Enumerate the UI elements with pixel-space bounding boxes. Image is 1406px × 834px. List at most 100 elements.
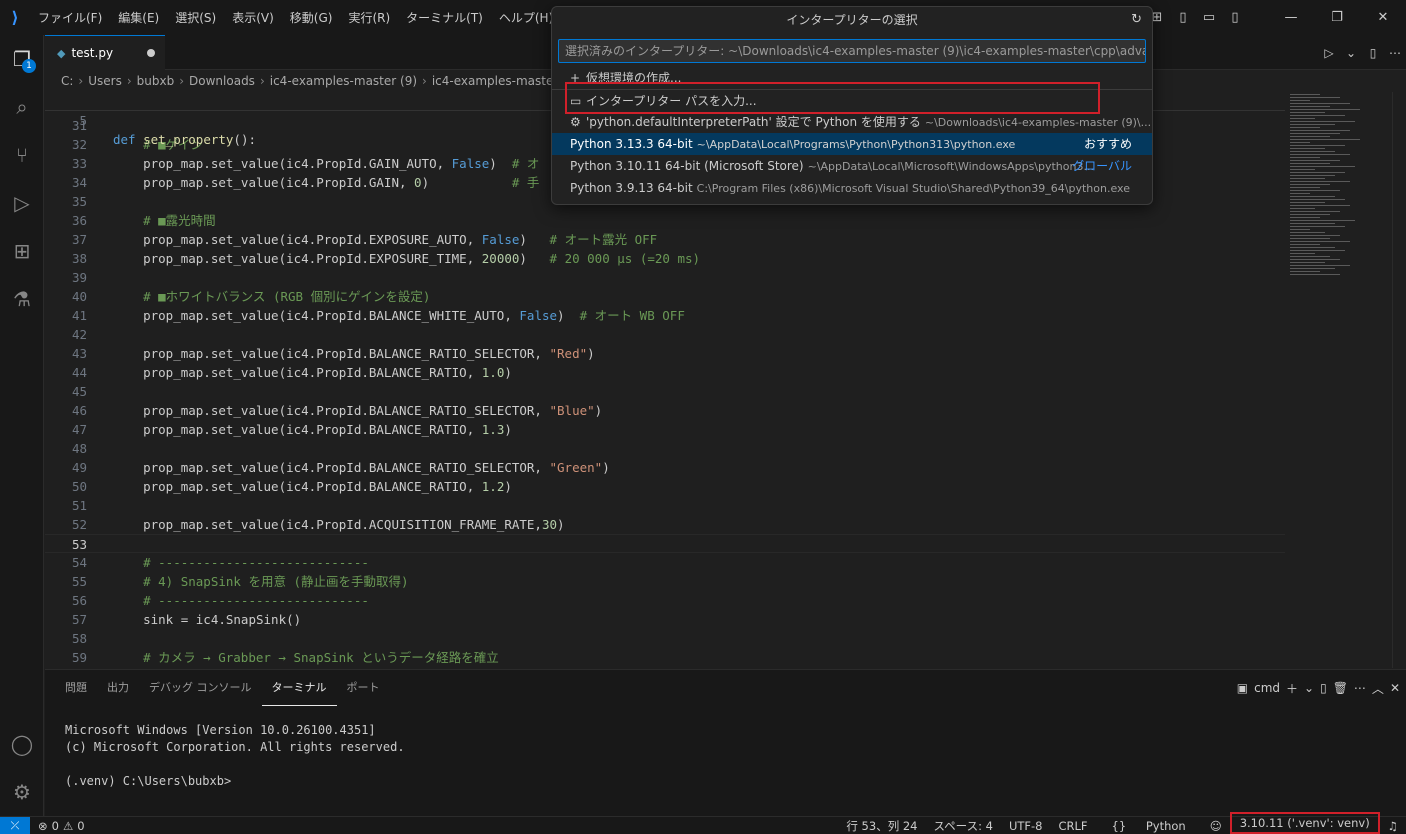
code-line[interactable]: 54 # ---------------------------- [45, 553, 1285, 572]
code-line[interactable]: 57 sink = ic4.SnapSink() [45, 610, 1285, 629]
tab-terminal[interactable]: ターミナル [261, 670, 337, 706]
kill-terminal-icon[interactable]: 🗑 [1333, 681, 1348, 695]
code-line[interactable]: 55 # 4) SnapSink を用意 (静止画を手動取得) [45, 572, 1285, 591]
run-dropdown-chevron-icon[interactable]: ⌄ [1340, 46, 1362, 60]
menu-run[interactable]: 実行(R) [340, 7, 398, 29]
close-icon[interactable]: ✕ [1360, 0, 1406, 35]
refresh-icon[interactable]: ↻ [1131, 7, 1142, 33]
tab-problems[interactable]: 問題 [55, 670, 97, 706]
line-number: 37 [71, 232, 87, 247]
code-line[interactable]: 51 [45, 496, 1285, 515]
code-line[interactable]: 53 [45, 534, 1285, 553]
breadcrumb-item[interactable]: Downloads [189, 74, 255, 88]
toggle-secondary-sidebar-icon[interactable]: ▯ [1222, 0, 1248, 35]
minimize-icon[interactable]: — [1268, 0, 1314, 35]
python-3-13-item[interactable]: Python 3.13.3 64-bit ~\AppData\Local\Prog… [552, 133, 1152, 155]
toggle-sidebar-icon[interactable]: ▯ [1170, 0, 1196, 35]
code-line[interactable]: 43 prop_map.set_value(ic4.PropId.BALANCE… [45, 344, 1285, 363]
menu-go[interactable]: 移動(G) [282, 7, 341, 29]
warning-count[interactable]: 0 [77, 819, 84, 833]
code-line[interactable]: 36 # ■露光時間 [45, 211, 1285, 230]
default-interpreter-path-item[interactable]: ⚙ 'python.defaultInterpreterPath' 設定で Pyt… [552, 111, 1152, 133]
breadcrumb-item[interactable]: Users [88, 74, 122, 88]
code-line[interactable]: 40 # ■ホワイトバランス (RGB 個別にゲインを設定) [45, 287, 1285, 306]
menu-terminal[interactable]: ターミナル(T) [398, 7, 491, 29]
item-description: ~\Downloads\ic4-examples-master (9)\... [924, 116, 1152, 129]
breadcrumb-item[interactable]: C: [61, 74, 73, 88]
code-line[interactable]: 58 [45, 629, 1285, 648]
indentation[interactable]: スペース: 4 [925, 818, 1000, 834]
tab-test-py[interactable]: ◆ test.py [45, 35, 165, 70]
code-line[interactable]: 39 [45, 268, 1285, 287]
interpreter-search-input[interactable]: 選択済みのインタープリター: ~\Downloads\ic4-examples-… [558, 39, 1146, 63]
code-text: # ■ホワイトバランス (RGB 個別にゲインを設定) [113, 289, 431, 304]
code-line[interactable]: 48 [45, 439, 1285, 458]
code-line[interactable]: 41 prop_map.set_value(ic4.PropId.BALANCE… [45, 306, 1285, 325]
encoding[interactable]: UTF-8 [1001, 819, 1051, 833]
minimap[interactable] [1286, 92, 1376, 292]
terminal-output[interactable]: Microsoft Windows [Version 10.0.26100.43… [65, 722, 405, 790]
cursor-position[interactable]: 行 53、列 24 [838, 818, 925, 834]
close-panel-icon[interactable]: ✕ [1390, 681, 1400, 695]
menu-view[interactable]: 表示(V) [224, 7, 282, 29]
editor-scrollbar[interactable] [1392, 92, 1406, 668]
unsaved-dot-icon[interactable] [147, 49, 155, 57]
run-python-icon[interactable]: ▷ [1318, 46, 1340, 60]
python-3-9-item[interactable]: Python 3.9.13 64-bit C:\Program Files (x8… [552, 177, 1152, 199]
python-3-10-item[interactable]: Python 3.10.11 64-bit (Microsoft Store) ~… [552, 155, 1152, 177]
split-editor-icon[interactable]: ▯ [1362, 46, 1384, 60]
tab-ports[interactable]: ポート [337, 670, 390, 706]
language-mode[interactable]: {} Python [1096, 819, 1202, 833]
error-icon[interactable]: ⊗ [38, 819, 48, 833]
error-count[interactable]: 0 [52, 819, 59, 833]
code-line[interactable]: 50 prop_map.set_value(ic4.PropId.BALANCE… [45, 477, 1285, 496]
line-ending[interactable]: CRLF [1050, 819, 1095, 833]
more-actions-icon[interactable]: ⋯ [1384, 46, 1406, 60]
more-actions-icon[interactable]: ⋯ [1354, 681, 1366, 695]
code-line[interactable]: 46 prop_map.set_value(ic4.PropId.BALANCE… [45, 401, 1285, 420]
new-terminal-icon[interactable]: ＋ [1286, 680, 1298, 697]
code-text: prop_map.set_value(ic4.PropId.BALANCE_RA… [113, 460, 610, 475]
code-line[interactable]: 52 prop_map.set_value(ic4.PropId.ACQUISI… [45, 515, 1285, 534]
terminal-shell-label[interactable]: cmd [1254, 681, 1280, 695]
code-line[interactable]: 44 prop_map.set_value(ic4.PropId.BALANCE… [45, 363, 1285, 382]
menu-edit[interactable]: 編集(E) [110, 7, 167, 29]
menu-selection[interactable]: 選択(S) [167, 7, 224, 29]
breadcrumb-item[interactable]: bubxb [137, 74, 175, 88]
code-line[interactable]: 56 # ---------------------------- [45, 591, 1285, 610]
code-line[interactable]: 47 prop_map.set_value(ic4.PropId.BALANCE… [45, 420, 1285, 439]
python-interpreter-selector[interactable]: 3.10.11 ('.venv': venv) [1229, 812, 1380, 834]
menu-file[interactable]: ファイル(F) [30, 7, 110, 29]
vscode-logo-icon: ⟩ [11, 8, 19, 27]
breadcrumb-item[interactable]: ic4-examples-master [432, 74, 558, 88]
code-line[interactable]: 49 prop_map.set_value(ic4.PropId.BALANCE… [45, 458, 1285, 477]
account-icon[interactable]: ◯ [0, 720, 44, 768]
code-line[interactable]: 42 [45, 325, 1285, 344]
split-terminal-icon[interactable]: ▯ [1320, 681, 1327, 695]
remote-indicator-icon[interactable]: ⤫ [0, 816, 30, 834]
maximize-panel-icon[interactable]: ︿ [1372, 680, 1384, 697]
manage-gear-icon[interactable]: ⚙ [0, 768, 44, 816]
notifications-bell-icon[interactable]: ♫ [1380, 819, 1406, 833]
search-icon[interactable]: ⌕ [0, 83, 44, 131]
maximize-icon[interactable]: ❐ [1314, 0, 1360, 35]
breadcrumb-item[interactable]: ic4-examples-master (9) [270, 74, 417, 88]
warning-icon[interactable]: ⚠ [63, 819, 73, 833]
minimap-line [1290, 160, 1340, 161]
copilot-icon[interactable]: ☺ [1202, 819, 1230, 833]
minimap-line [1290, 253, 1315, 254]
terminal-dropdown-chevron-icon[interactable]: ⌄ [1304, 681, 1314, 695]
run-debug-icon[interactable]: ▷ [0, 179, 44, 227]
tab-debug-console[interactable]: デバッグ コンソール [139, 670, 262, 706]
extensions-icon[interactable]: ⊞ [0, 227, 44, 275]
code-line[interactable]: 45 [45, 382, 1285, 401]
testing-icon[interactable]: ⚗ [0, 275, 44, 323]
source-control-icon[interactable]: ⑂ [0, 131, 44, 179]
minimap-line [1290, 115, 1345, 116]
code-line[interactable]: 38 prop_map.set_value(ic4.PropId.EXPOSUR… [45, 249, 1285, 268]
code-line[interactable]: 37 prop_map.set_value(ic4.PropId.EXPOSUR… [45, 230, 1285, 249]
code-line[interactable]: 59 # カメラ → Grabber → SnapSink というデータ経路を確… [45, 648, 1285, 667]
toggle-panel-icon[interactable]: ▭ [1196, 0, 1222, 35]
tab-output[interactable]: 出力 [97, 670, 139, 706]
explorer-icon[interactable]: ❐ 1 [0, 35, 44, 83]
